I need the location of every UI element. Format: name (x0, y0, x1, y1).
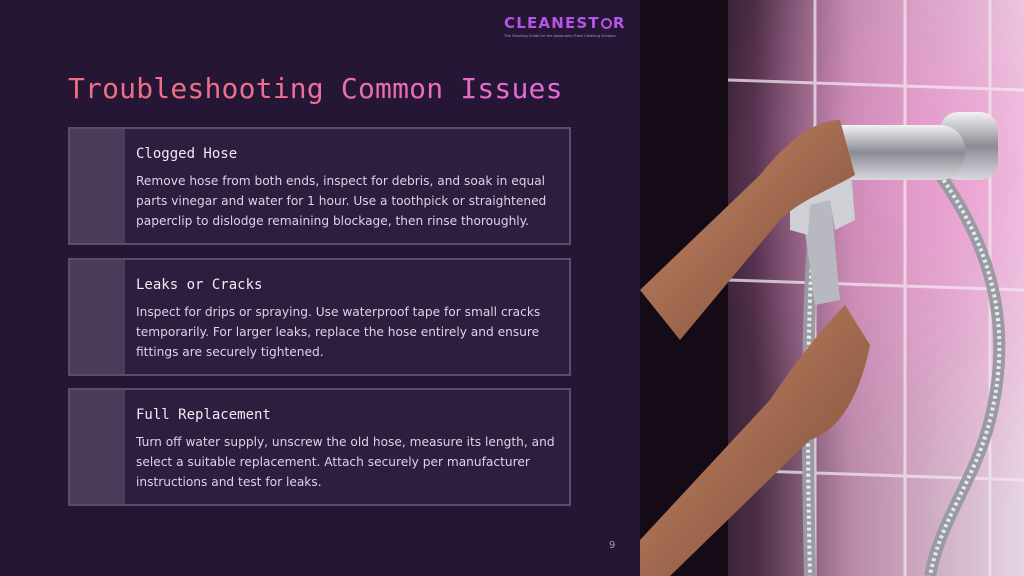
issue-card-clogged-hose: Clogged Hose Remove hose from both ends,… (68, 127, 571, 245)
card-body: Inspect for drips or spraying. Use water… (136, 305, 541, 359)
brand-name-prefix: CLEANEST (504, 14, 600, 32)
logo-ring-icon (600, 18, 612, 29)
brand-name-suffix: R (612, 14, 626, 32)
card-title: Full Replacement (136, 407, 271, 423)
issue-card-full-replacement: Full Replacement Turn off water supply, … (68, 388, 571, 506)
page-number: 9 (609, 540, 616, 551)
brand-name: CLEANEST R (504, 14, 626, 32)
card-title: Clogged Hose (136, 146, 238, 162)
card-title: Leaks or Cracks (136, 277, 263, 293)
card-accent-bar (70, 129, 125, 243)
slide: CLEANEST R The Cleaning Guide for the Abs… (0, 0, 1024, 576)
card-accent-bar (70, 260, 125, 374)
card-body: Turn off water supply, unscrew the old h… (136, 435, 555, 489)
card-body: Remove hose from both ends, inspect for … (136, 174, 547, 228)
slide-title: Troubleshooting Common Issues (68, 72, 563, 105)
brand-tagline: The Cleaning Guide for the Absolutely Fr… (504, 34, 616, 38)
shower-hose-photo (640, 0, 1024, 576)
card-accent-bar (70, 390, 125, 504)
brand-logo: CLEANEST R The Cleaning Guide for the Abs… (504, 14, 624, 44)
issue-card-leaks-or-cracks: Leaks or Cracks Inspect for drips or spr… (68, 258, 571, 376)
